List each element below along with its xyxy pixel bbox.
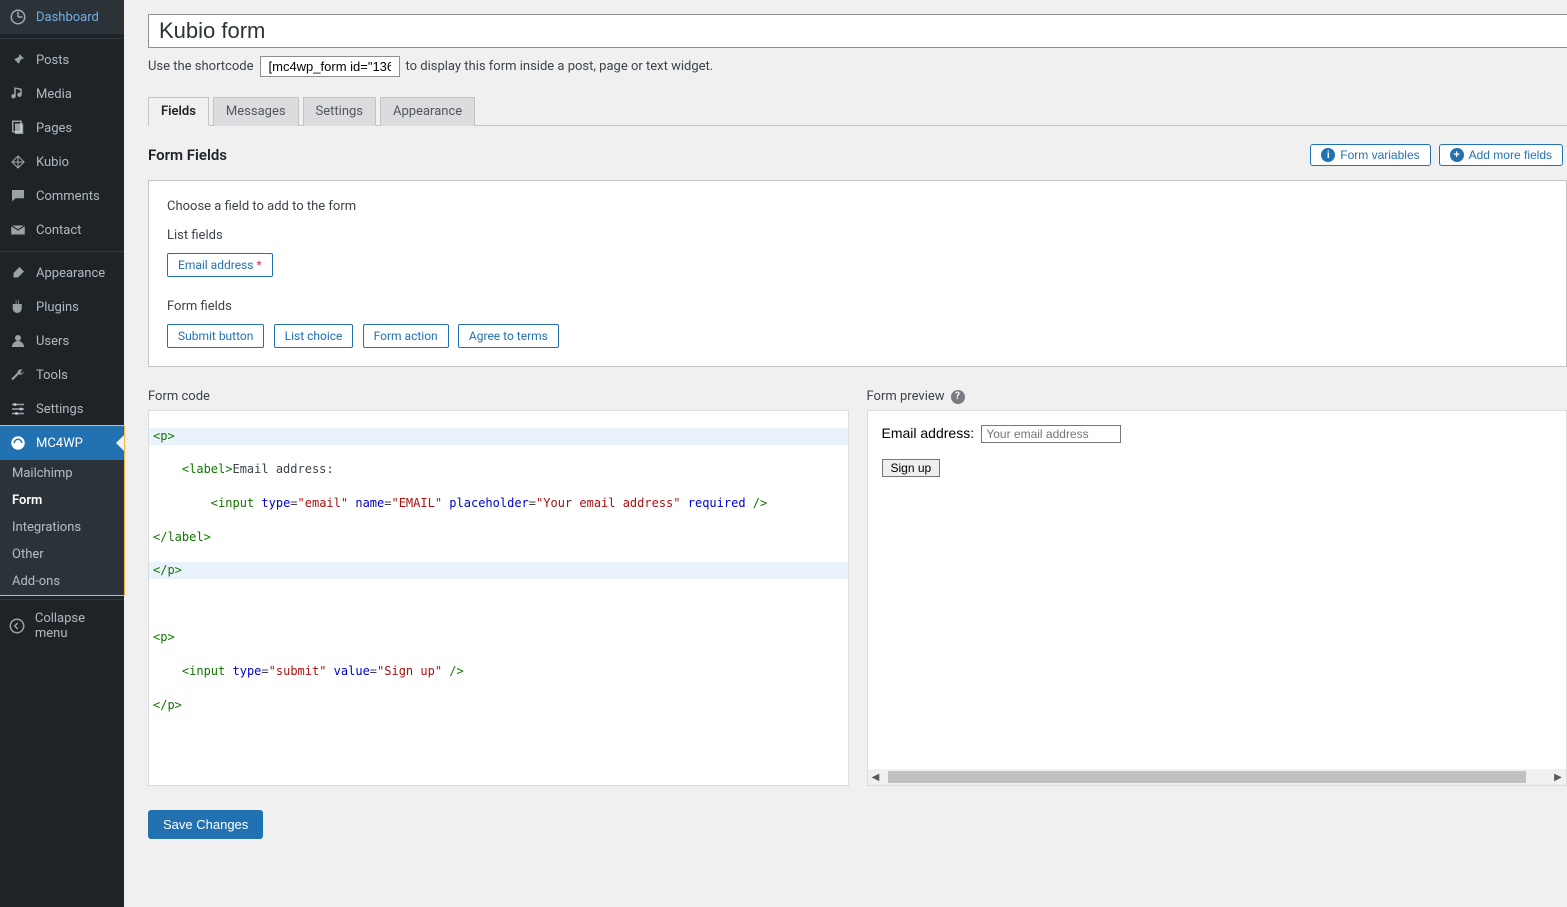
media-icon	[8, 84, 28, 104]
sidebar-item-pages[interactable]: Pages	[0, 111, 124, 145]
brush-icon	[8, 263, 28, 283]
sidebar-item-kubio[interactable]: Kubio	[0, 145, 124, 179]
tab-fields[interactable]: Fields	[148, 97, 209, 126]
preview-submit-button[interactable]: Sign up	[882, 459, 941, 477]
field-chip-form-action[interactable]: Form action	[363, 324, 449, 348]
sidebar-submenu-mc4wp: Mailchimp Form Integrations Other Add-on…	[0, 460, 124, 595]
sidebar-subitem-integrations[interactable]: Integrations	[0, 514, 124, 541]
pin-icon	[8, 50, 28, 70]
plugin-icon	[8, 297, 28, 317]
sidebar-subitem-mailchimp[interactable]: Mailchimp	[0, 460, 124, 487]
scrollbar-thumb[interactable]	[888, 771, 1527, 783]
preview-email-input[interactable]	[981, 425, 1121, 443]
help-icon[interactable]: ?	[951, 390, 965, 404]
kubio-icon	[8, 152, 28, 172]
sidebar-item-label: Comments	[36, 189, 100, 204]
active-arrow-icon	[116, 435, 124, 451]
form-title-input[interactable]	[148, 14, 1567, 48]
form-fields-label: Form fields	[167, 299, 1548, 314]
info-icon: i	[1321, 148, 1335, 162]
plus-icon: +	[1450, 148, 1464, 162]
section-title: Form Fields	[148, 146, 227, 164]
field-chooser-panel: Choose a field to add to the form List f…	[148, 180, 1567, 367]
sidebar-item-users[interactable]: Users	[0, 324, 124, 358]
collapse-icon	[8, 616, 27, 636]
shortcode-input[interactable]	[260, 56, 400, 77]
shortcode-pre-text: Use the shortcode	[148, 59, 254, 74]
pages-icon	[8, 118, 28, 138]
sidebar-item-label: Contact	[36, 223, 81, 238]
chip-label: Email address	[178, 258, 253, 272]
sidebar-item-label: Media	[36, 87, 72, 102]
preview-email-label: Email address:	[882, 425, 975, 441]
sidebar-item-label: Collapse menu	[35, 611, 116, 641]
sidebar-collapse[interactable]: Collapse menu	[0, 604, 124, 648]
panel-choose-label: Choose a field to add to the form	[167, 199, 1548, 214]
form-variables-button[interactable]: i Form variables	[1310, 144, 1430, 166]
tabs-nav: Fields Messages Settings Appearance	[148, 97, 1567, 126]
sidebar-item-comments[interactable]: Comments	[0, 179, 124, 213]
form-code-label: Form code	[148, 389, 849, 404]
sidebar-item-posts[interactable]: Posts	[0, 43, 124, 77]
sidebar-subitem-form[interactable]: Form	[0, 487, 124, 514]
list-fields-label: List fields	[167, 228, 1548, 243]
sidebar-item-label: Pages	[36, 121, 72, 136]
main-content: Use the shortcode to display this form i…	[124, 14, 1567, 863]
sidebar-item-dashboard[interactable]: Dashboard	[0, 0, 124, 34]
form-code-editor[interactable]: <p> <label>Email address: <input type="e…	[148, 410, 849, 786]
tab-messages[interactable]: Messages	[213, 97, 299, 126]
tab-settings[interactable]: Settings	[303, 97, 376, 126]
admin-sidebar: Dashboard Posts Media Pages Kubio Commen…	[0, 0, 124, 907]
button-label: Add more fields	[1469, 148, 1552, 162]
form-preview-label: Form preview	[867, 389, 945, 404]
shortcode-post-text: to display this form inside a post, page…	[406, 59, 714, 74]
sidebar-item-label: Settings	[36, 402, 83, 417]
add-more-fields-button[interactable]: + Add more fields	[1439, 144, 1563, 166]
sidebar-item-tools[interactable]: Tools	[0, 358, 124, 392]
field-chip-submit[interactable]: Submit button	[167, 324, 264, 348]
button-label: Form variables	[1340, 148, 1419, 162]
field-chip-email[interactable]: Email address *	[167, 253, 273, 277]
sidebar-item-label: MC4WP	[36, 436, 83, 451]
sidebar-item-label: Tools	[36, 368, 68, 383]
sidebar-subitem-addons[interactable]: Add-ons	[0, 568, 124, 595]
sidebar-item-label: Dashboard	[36, 10, 99, 25]
scrollbar-left-icon[interactable]: ◀	[868, 769, 884, 785]
sidebar-item-mc4wp[interactable]: MC4WP	[0, 426, 124, 460]
mail-icon	[8, 220, 28, 240]
sidebar-item-plugins[interactable]: Plugins	[0, 290, 124, 324]
sidebar-subitem-other[interactable]: Other	[0, 541, 124, 568]
dashboard-icon	[8, 7, 28, 27]
comments-icon	[8, 186, 28, 206]
sidebar-item-label: Plugins	[36, 300, 79, 315]
preview-scrollbar-horizontal[interactable]: ◀	[868, 769, 1551, 785]
wrench-icon	[8, 365, 28, 385]
sidebar-item-media[interactable]: Media	[0, 77, 124, 111]
sidebar-item-label: Appearance	[36, 266, 105, 281]
sidebar-item-label: Posts	[36, 53, 69, 68]
scrollbar-right-icon[interactable]: ▶	[1550, 769, 1566, 785]
sidebar-item-contact[interactable]: Contact	[0, 213, 124, 247]
form-preview-panel: Email address: Sign up ◀ ▶	[867, 410, 1567, 786]
field-chip-list-choice[interactable]: List choice	[274, 324, 354, 348]
tab-appearance[interactable]: Appearance	[380, 97, 475, 126]
sidebar-item-label: Users	[36, 334, 69, 349]
save-changes-button[interactable]: Save Changes	[148, 810, 263, 839]
required-indicator: *	[256, 258, 261, 272]
field-chip-agree[interactable]: Agree to terms	[458, 324, 559, 348]
sidebar-item-settings[interactable]: Settings	[0, 392, 124, 426]
sidebar-item-label: Kubio	[36, 155, 69, 170]
mc4wp-icon	[8, 433, 28, 453]
sidebar-item-appearance[interactable]: Appearance	[0, 256, 124, 290]
sliders-icon	[8, 399, 28, 419]
users-icon	[8, 331, 28, 351]
